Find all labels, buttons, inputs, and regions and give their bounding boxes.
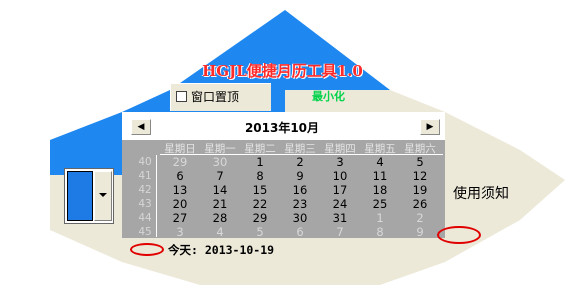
day-cell[interactable]: 26 bbox=[400, 198, 440, 211]
day-cell[interactable]: 21 bbox=[200, 198, 240, 211]
day-cell[interactable]: 29 bbox=[240, 212, 280, 225]
week-number: 45 bbox=[138, 226, 152, 238]
topmost-checkbox[interactable] bbox=[176, 91, 187, 102]
day-cell[interactable]: 7 bbox=[200, 170, 240, 183]
day-cell[interactable]: 12 bbox=[400, 170, 440, 183]
calendar-grid: 星期日 星期一 星期二 星期三 星期四 星期五 星期六 40 41 42 43 … bbox=[122, 140, 481, 244]
day-cell[interactable]: 8 bbox=[240, 170, 280, 183]
topmost-toggle[interactable]: 窗口置顶 bbox=[170, 83, 271, 111]
week-number: 43 bbox=[138, 198, 152, 210]
day-cell[interactable]: 23 bbox=[280, 198, 320, 211]
week-number-divider bbox=[156, 155, 157, 237]
today-marker-icon bbox=[130, 243, 164, 256]
beige-top-right-shape bbox=[285, 90, 445, 112]
day-cell[interactable]: 30 bbox=[200, 156, 240, 169]
prev-month-button[interactable]: ◀ bbox=[131, 119, 151, 135]
color-dropdown[interactable] bbox=[64, 168, 114, 224]
day-cell[interactable]: 13 bbox=[160, 184, 200, 197]
day-cell-today[interactable]: 19 bbox=[400, 184, 440, 197]
day-cell[interactable]: 25 bbox=[360, 198, 400, 211]
topmost-label: 窗口置顶 bbox=[191, 90, 240, 104]
day-cell[interactable]: 4 bbox=[360, 156, 400, 169]
day-cell[interactable]: 3 bbox=[320, 156, 360, 169]
minimize-button[interactable]: 最小化 bbox=[312, 88, 345, 104]
day-cell[interactable]: 2 bbox=[280, 156, 320, 169]
week-number: 42 bbox=[138, 184, 152, 196]
day-cell[interactable]: 17 bbox=[320, 184, 360, 197]
calendar-header: ◀ 2013年10月 ▶ bbox=[122, 112, 445, 140]
week-number: 41 bbox=[138, 170, 152, 182]
day-cell[interactable]: 29 bbox=[160, 156, 200, 169]
day-cell[interactable]: 5 bbox=[400, 156, 440, 169]
day-cell[interactable]: 22 bbox=[240, 198, 280, 211]
day-cell[interactable]: 27 bbox=[160, 212, 200, 225]
app-title: HGJL便捷月历工具1.0 bbox=[202, 62, 363, 80]
day-cell[interactable]: 11 bbox=[360, 170, 400, 183]
today-text: 今天: 2013-10-19 bbox=[168, 243, 275, 257]
dropdown-button[interactable] bbox=[94, 171, 112, 221]
next-month-button[interactable]: ▶ bbox=[420, 119, 440, 135]
day-cell[interactable]: 20 bbox=[160, 198, 200, 211]
day-cell[interactable]: 6 bbox=[160, 170, 200, 183]
left-arrow-icon: ◀ bbox=[137, 122, 145, 132]
day-cell[interactable]: 1 bbox=[240, 156, 280, 169]
day-cell[interactable]: 31 bbox=[320, 212, 360, 225]
week-number: 44 bbox=[138, 212, 152, 224]
day-cell[interactable]: 2 bbox=[400, 212, 440, 225]
day-cell[interactable]: 15 bbox=[240, 184, 280, 197]
day-cell[interactable]: 1 bbox=[360, 212, 400, 225]
week-number: 40 bbox=[138, 156, 152, 168]
day-cells: 29 30 1 2 3 4 5 6 7 8 9 10 11 12 13 14 15 16 17 18 19 20 21 22 2… bbox=[160, 155, 481, 244]
day-cell[interactable]: 30 bbox=[280, 212, 320, 225]
color-swatch bbox=[67, 171, 93, 221]
today-link[interactable]: 今天: 2013-10-19 bbox=[122, 238, 445, 260]
blue-left-shape bbox=[50, 112, 122, 175]
right-arrow-icon: ▶ bbox=[426, 122, 434, 132]
day-cell[interactable]: 10 bbox=[320, 170, 360, 183]
day-cell[interactable]: 9 bbox=[280, 170, 320, 183]
day-cell[interactable]: 14 bbox=[200, 184, 240, 197]
month-calendar: ◀ 2013年10月 ▶ 星期日 星期一 星期二 星期三 星期四 星期五 星期六… bbox=[122, 112, 481, 262]
day-cell[interactable]: 24 bbox=[320, 198, 360, 211]
day-cell[interactable]: 18 bbox=[360, 184, 400, 197]
month-title: 2013年10月 bbox=[244, 121, 320, 135]
chevron-down-icon bbox=[99, 193, 107, 197]
day-cell[interactable]: 28 bbox=[200, 212, 240, 225]
help-link[interactable]: 使用须知 bbox=[453, 183, 509, 203]
weekday-header: 星期日 星期一 星期二 星期三 星期四 星期五 星期六 bbox=[160, 141, 443, 155]
day-cell[interactable]: 16 bbox=[280, 184, 320, 197]
beige-right-upper-shape bbox=[445, 112, 565, 180]
beige-bottom-shape bbox=[122, 262, 445, 285]
